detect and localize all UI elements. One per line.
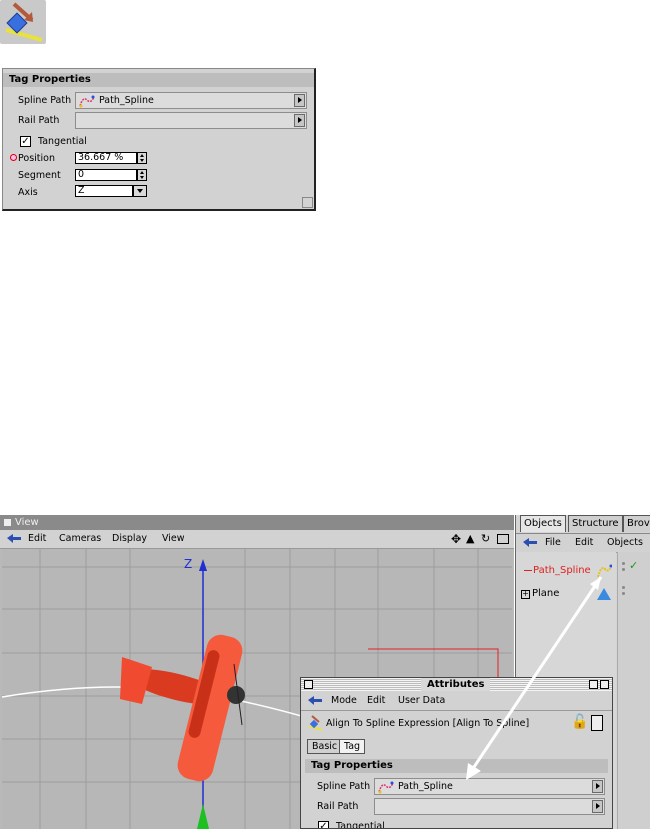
viewport-title-bar: View — [0, 515, 514, 530]
spline-object-icon — [79, 95, 95, 108]
spline-path-label: Spline Path — [317, 781, 371, 792]
spline-path-value: Path_Spline — [398, 781, 453, 792]
list-item[interactable]: + Plane — [521, 586, 611, 602]
rail-path-field[interactable] — [374, 798, 605, 815]
attributes-header: Align To Spline Expression [Align To Spl… — [301, 711, 612, 739]
zoom-view-icon[interactable]: ▲ — [466, 532, 474, 545]
z-axis-label: Z — [184, 557, 193, 571]
position-label: Position — [18, 153, 55, 164]
position-input[interactable]: 36.667 % — [75, 152, 137, 164]
expand-toggle[interactable]: + — [521, 590, 530, 599]
spline-path-arrow-button[interactable] — [294, 94, 305, 107]
tab-basic[interactable]: Basic — [307, 739, 343, 754]
menu-mode[interactable]: Mode — [331, 695, 357, 706]
menu-cameras[interactable]: Cameras — [59, 533, 101, 544]
plane-object-icon — [597, 588, 611, 600]
render-visibility-dot[interactable] — [622, 592, 625, 595]
tool-arrow-icon[interactable] — [307, 695, 323, 707]
window-zoom-box[interactable] — [589, 680, 598, 689]
segment-stepper[interactable] — [137, 169, 147, 181]
editor-visibility-dot[interactable] — [622, 562, 625, 565]
menu-user-data[interactable]: User Data — [398, 695, 445, 706]
airplane-model — [120, 634, 245, 782]
window-collapse-box[interactable] — [600, 680, 609, 689]
object-status-column: ✓ — [617, 552, 650, 829]
render-visibility-dot[interactable] — [622, 568, 625, 571]
list-item[interactable]: Path_Spline — [524, 563, 612, 579]
object-name-plane: Plane — [532, 588, 560, 599]
tag-properties-header: Tag Properties — [305, 759, 608, 773]
spline-path-arrow-button[interactable] — [592, 780, 603, 793]
maximize-view-icon[interactable] — [497, 534, 509, 544]
tab-browser[interactable]: Brov — [623, 515, 650, 532]
spline-object-icon — [597, 564, 612, 578]
rail-path-label: Rail Path — [317, 801, 359, 812]
attributes-menu-bar: Mode Edit User Data — [301, 692, 612, 711]
menu-edit[interactable]: Edit — [367, 695, 385, 706]
object-header-text: Align To Spline Expression [Align To Spl… — [326, 718, 530, 729]
tab-tag[interactable]: Tag — [339, 739, 366, 754]
new-window-icon[interactable] — [591, 715, 603, 731]
window-close-box[interactable] — [304, 680, 313, 689]
viewport-title: View — [15, 517, 39, 528]
viewport-menu-bar: Edit Cameras Display View ✥ ▲ ↻ — [0, 530, 514, 549]
move-view-icon[interactable]: ✥ — [451, 532, 461, 546]
attributes-title-bar[interactable]: Attributes — [301, 678, 612, 691]
attributes-window: Attributes Mode Edit User Data Align To … — [300, 677, 613, 829]
spline-path-value: Path_Spline — [99, 95, 154, 106]
lock-icon[interactable]: 🔓 — [571, 714, 588, 730]
attributes-title: Attributes — [421, 678, 491, 691]
tangential-label: Tangential — [336, 821, 385, 829]
menu-file[interactable]: File — [545, 537, 561, 548]
window-close-box[interactable] — [4, 519, 11, 526]
spline-path-label: Spline Path — [18, 95, 72, 106]
enabled-check-icon[interactable]: ✓ — [629, 559, 638, 572]
object-manager-menu-bar: File Edit Objects — [516, 533, 650, 553]
segment-input[interactable]: 0 — [75, 169, 137, 181]
tool-arrow-icon[interactable] — [6, 533, 22, 545]
menu-view[interactable]: View — [162, 533, 185, 544]
spline-object-icon — [378, 781, 394, 794]
spline-path-field[interactable]: Path_Spline — [75, 92, 307, 109]
animation-keyframe-icon[interactable] — [10, 154, 17, 161]
axis-dropdown-arrow[interactable] — [133, 185, 147, 197]
resize-grip[interactable] — [302, 197, 313, 208]
menu-display[interactable]: Display — [112, 533, 147, 544]
tag-properties-panel: Tag Properties Spline Path Path_Spline R… — [2, 68, 316, 211]
object-name-path-spline: Path_Spline — [533, 565, 591, 576]
tab-structure[interactable]: Structure — [568, 515, 623, 532]
editor-visibility-dot[interactable] — [622, 586, 625, 589]
rail-path-field[interactable] — [75, 112, 307, 129]
tangential-label: Tangential — [38, 136, 87, 147]
rail-path-label: Rail Path — [18, 115, 60, 126]
align-to-spline-tag-icon — [0, 0, 46, 44]
menu-edit[interactable]: Edit — [575, 537, 593, 548]
tool-arrow-icon[interactable] — [522, 537, 538, 549]
position-stepper[interactable] — [137, 152, 147, 164]
rotate-view-icon[interactable]: ↻ — [481, 532, 490, 545]
spline-path-field[interactable]: Path_Spline — [374, 778, 605, 795]
align-to-spline-tag-icon — [308, 715, 323, 731]
menu-objects[interactable]: Objects — [607, 537, 643, 548]
segment-label: Segment — [18, 170, 61, 181]
axis-select[interactable]: Z — [75, 185, 133, 197]
axis-label: Axis — [18, 187, 38, 198]
tangential-checkbox[interactable]: ✓ — [20, 136, 31, 147]
rail-path-arrow-button[interactable] — [592, 800, 603, 813]
tag-properties-header: Tag Properties — [3, 73, 314, 87]
rail-path-arrow-button[interactable] — [294, 114, 305, 127]
tangential-checkbox[interactable]: ✓ — [318, 821, 329, 828]
menu-edit[interactable]: Edit — [28, 533, 46, 544]
tab-objects[interactable]: Objects — [520, 515, 566, 532]
